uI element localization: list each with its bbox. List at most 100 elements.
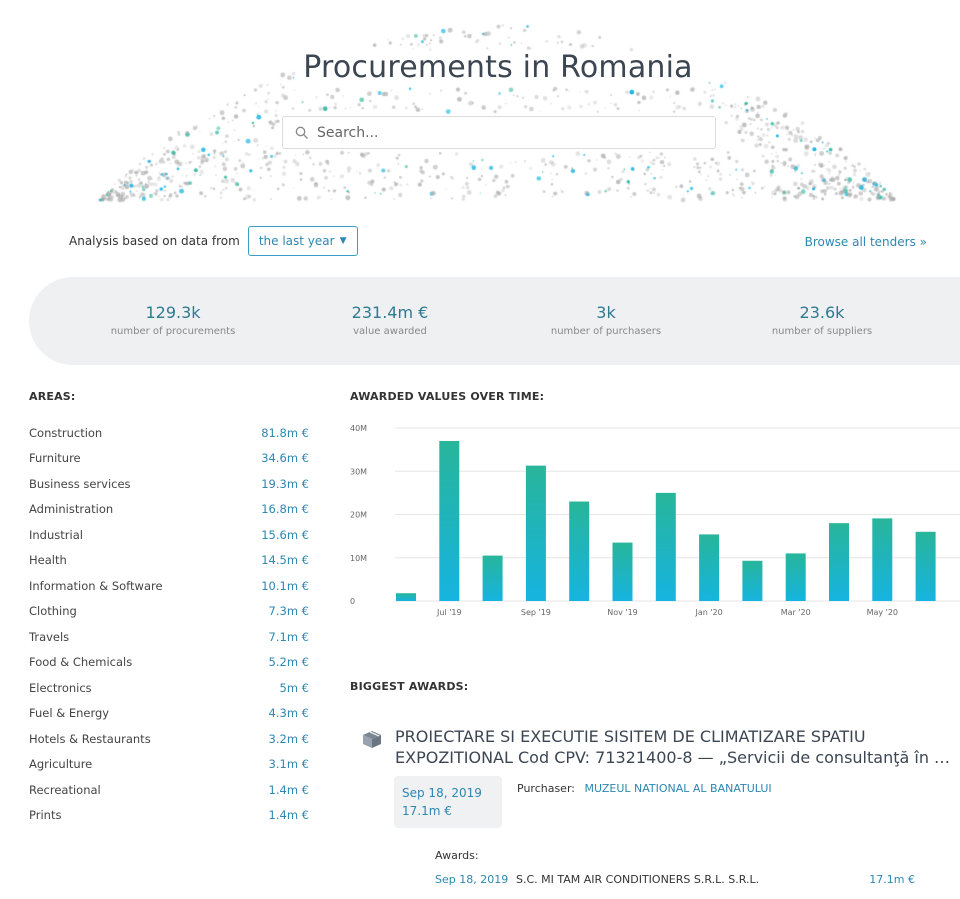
period-dropdown[interactable]: the last year ▼ <box>247 226 358 256</box>
box-icon <box>363 731 381 748</box>
area-value: 7.1m € <box>268 629 309 644</box>
area-value: 14.5m € <box>261 553 309 568</box>
stat-label: number of suppliers <box>771 326 873 337</box>
awarded-values-chart: 0 10M 20M 30M 40M Jul '19 Sep '19 Nov '19 Jan '2… <box>350 424 960 617</box>
browse-all-tenders-link[interactable]: Browse all tenders » <box>805 235 927 249</box>
area-value: 15.6m € <box>261 527 309 542</box>
area-value: 19.3m € <box>261 476 309 491</box>
biggest-awards-heading: BIGGEST AWARDS: <box>350 680 469 693</box>
stat-suppliers: 23.6k number of suppliers <box>722 303 922 337</box>
bar[interactable] <box>829 523 849 601</box>
area-value: 81.8m € <box>261 425 309 440</box>
search-box[interactable] <box>282 116 716 149</box>
area-row[interactable]: Industrial 15.6m € <box>29 522 309 548</box>
bar[interactable] <box>785 553 806 601</box>
page-title: Procurements in Romania <box>303 50 693 85</box>
area-name: Electronics <box>29 680 92 695</box>
area-row[interactable]: Electronics 5m € <box>29 675 309 701</box>
bar[interactable] <box>396 593 416 601</box>
bar[interactable] <box>872 518 893 601</box>
area-value: 3.2m € <box>268 731 309 746</box>
area-name: Recreational <box>29 782 101 797</box>
stat-purchasers: 3k number of purchasers <box>506 303 706 337</box>
bar[interactable] <box>439 440 460 601</box>
stat-value-awarded: 231.4m € value awarded <box>290 303 490 337</box>
search-icon <box>295 126 308 139</box>
area-name: Furniture <box>29 451 81 466</box>
award-date-box: Sep 18, 2019 17.1m € <box>394 776 502 828</box>
search-input[interactable] <box>317 124 697 141</box>
area-row[interactable]: Furniture 34.6m € <box>29 446 309 472</box>
area-value: 3.1m € <box>268 757 309 772</box>
analysis-filter: Analysis based on data from the last yea… <box>69 226 358 256</box>
purchaser-info: Purchaser: MUZEUL NATIONAL AL BANATULUI <box>517 782 772 795</box>
area-row[interactable]: Food & Chemicals 5.2m € <box>29 650 309 676</box>
y-tick-label: 40M <box>350 424 367 433</box>
bar[interactable] <box>612 542 633 601</box>
x-tick-label: Sep '19 <box>521 608 551 617</box>
award-row: Sep 18, 2019 S.C. MI TAM AIR CONDITIONER… <box>435 873 915 886</box>
award-title-link[interactable]: PROIECTARE SI EXECUTIE SISITEM DE CLIMAT… <box>395 726 960 768</box>
area-row[interactable]: Health 14.5m € <box>29 548 309 574</box>
area-value: 16.8m € <box>261 502 309 517</box>
bar[interactable] <box>482 555 503 601</box>
area-row[interactable]: Business services 19.3m € <box>29 471 309 497</box>
x-tick-label: Jan '20 <box>694 608 722 617</box>
hero-section: Procurements in Romania <box>0 0 960 215</box>
area-name: Health <box>29 553 67 568</box>
area-name: Construction <box>29 425 103 440</box>
stat-label: value awarded <box>353 326 427 337</box>
area-row[interactable]: Travels 7.1m € <box>29 624 309 650</box>
awards-label: Awards: <box>435 849 479 862</box>
area-name: Hotels & Restaurants <box>29 731 151 746</box>
award-row-value: 17.1m € <box>869 873 915 886</box>
bar[interactable] <box>655 492 676 601</box>
y-tick-label: 20M <box>350 511 367 520</box>
bar[interactable] <box>569 501 590 601</box>
area-value: 10.1m € <box>261 578 309 593</box>
bar[interactable] <box>699 534 720 601</box>
area-row[interactable]: Prints 1.4m € <box>29 803 309 829</box>
area-name: Clothing <box>29 604 77 619</box>
bar[interactable] <box>915 531 936 601</box>
bar[interactable] <box>742 560 763 601</box>
stat-value: 3k <box>596 303 616 322</box>
area-value: 7.3m € <box>268 604 309 619</box>
purchaser-link[interactable]: MUZEUL NATIONAL AL BANATULUI <box>585 782 772 795</box>
x-tick-label: Nov '19 <box>607 608 638 617</box>
area-row[interactable]: Fuel & Energy 4.3m € <box>29 701 309 727</box>
area-row[interactable]: Clothing 7.3m € <box>29 599 309 625</box>
y-tick-label: 10M <box>350 554 367 563</box>
award-row-date: Sep 18, 2019 <box>435 873 509 886</box>
areas-heading: AREAS: <box>29 390 76 403</box>
stats-bar: 129.3k number of procurements 231.4m € v… <box>29 277 960 365</box>
area-row[interactable]: Agriculture 3.1m € <box>29 752 309 778</box>
y-tick-label: 30M <box>350 467 367 476</box>
award-title-line1: PROIECTARE SI EXECUTIE SISITEM DE CLIMAT… <box>395 727 866 746</box>
area-value: 1.4m € <box>268 782 309 797</box>
area-name: Business services <box>29 476 131 491</box>
bar[interactable] <box>525 465 546 601</box>
area-value: 4.3m € <box>268 706 309 721</box>
area-row[interactable]: Hotels & Restaurants 3.2m € <box>29 726 309 752</box>
area-value: 5.2m € <box>268 655 309 670</box>
x-tick-label: Jul '19 <box>436 608 462 617</box>
award-title-line2: EXPOZITIONAL Cod CPV: 71321400-8 — „Serv… <box>395 748 960 767</box>
area-row[interactable]: Recreational 1.4m € <box>29 777 309 803</box>
area-value: 1.4m € <box>268 808 309 823</box>
area-name: Food & Chemicals <box>29 655 133 670</box>
period-dropdown-value: the last year <box>258 234 335 248</box>
area-row[interactable]: Construction 81.8m € <box>29 420 309 446</box>
stat-label: number of procurements <box>110 326 236 337</box>
area-name: Industrial <box>29 527 83 542</box>
area-row[interactable]: Administration 16.8m € <box>29 497 309 523</box>
purchaser-label: Purchaser: <box>517 782 575 795</box>
areas-list: Construction 81.8m € Furniture 34.6m € Busin… <box>29 420 309 828</box>
area-name: Administration <box>29 502 114 517</box>
award-row-supplier-link[interactable]: S.C. MI TAM AIR CONDITIONERS S.R.L. S.R.… <box>516 873 869 886</box>
area-row[interactable]: Information & Software 10.1m € <box>29 573 309 599</box>
area-name: Agriculture <box>29 757 93 772</box>
stat-value: 231.4m € <box>351 303 429 322</box>
area-name: Travels <box>29 629 70 644</box>
analysis-label: Analysis based on data from <box>69 234 240 248</box>
